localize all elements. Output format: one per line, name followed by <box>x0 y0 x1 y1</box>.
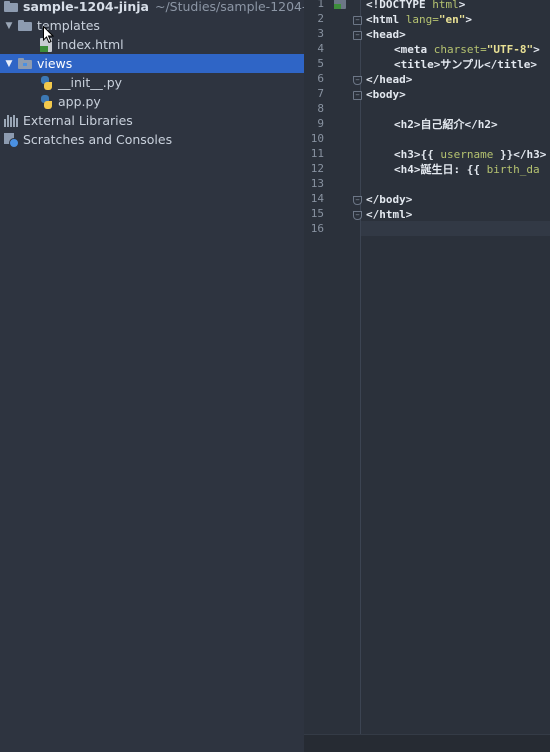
python-file-icon <box>40 94 53 109</box>
line-number: 9 <box>317 117 324 130</box>
code-editor[interactable]: 1 2 3 4 5 6 7 8 9 10 11 12 13 14 15 16 −… <box>304 0 550 752</box>
line-number: 6 <box>317 72 324 85</box>
scratches-icon <box>4 132 19 148</box>
code-line-6: </head> <box>366 73 413 86</box>
chevron-down-icon[interactable]: ▼ <box>4 59 14 69</box>
fold-toggle-icon[interactable]: − <box>353 16 362 25</box>
gutter-divider <box>360 0 361 735</box>
tree-item-scratches[interactable]: Scratches and Consoles <box>0 130 304 149</box>
code-line-12: <h4>誕生日: {{ birth_da <box>394 163 540 176</box>
python-file-icon <box>40 75 53 90</box>
tree-item-label: External Libraries <box>23 113 133 128</box>
tree-item-init-py[interactable]: __init__.py <box>0 73 304 92</box>
line-number: 16 <box>310 222 324 235</box>
line-number: 1 <box>317 0 324 10</box>
html-file-marker-icon <box>334 0 346 9</box>
line-number: 11 <box>310 147 324 160</box>
line-number: 2 <box>317 12 324 25</box>
ide-window: sample-1204-jinja ~/Studies/sample-1204-… <box>0 0 550 752</box>
fold-end-icon[interactable]: − <box>353 76 362 85</box>
line-number: 8 <box>317 102 324 115</box>
folder-icon <box>18 20 32 31</box>
tree-item-label: __init__.py <box>58 75 123 90</box>
line-number: 15 <box>310 207 324 220</box>
line-number: 5 <box>317 57 324 70</box>
project-path: ~/Studies/sample-1204-jinja <box>154 0 304 14</box>
line-number: 3 <box>317 27 324 40</box>
code-line-14: </body> <box>366 193 413 206</box>
code-line-7: <body> <box>366 88 406 101</box>
tree-item-views[interactable]: ▼ views <box>0 54 304 73</box>
code-line-1: <!DOCTYPE html> <box>366 0 466 11</box>
editor-bottom-bar <box>304 734 550 752</box>
package-folder-icon <box>18 58 32 69</box>
mouse-cursor-icon <box>43 26 54 43</box>
tree-item-label: views <box>37 56 73 71</box>
code-line-3: <head> <box>366 28 406 41</box>
project-root-row[interactable]: sample-1204-jinja ~/Studies/sample-1204-… <box>0 0 304 16</box>
line-number: 10 <box>310 132 324 145</box>
project-name: sample-1204-jinja <box>23 0 149 14</box>
line-number: 13 <box>310 177 324 190</box>
project-tree: sample-1204-jinja ~/Studies/sample-1204-… <box>0 0 304 752</box>
line-number: 12 <box>310 162 324 175</box>
code-line-2: <html lang="en"> <box>366 13 472 26</box>
fold-toggle-icon[interactable]: − <box>353 31 362 40</box>
fold-end-icon[interactable]: − <box>353 196 362 205</box>
code-line-15: </html> <box>366 208 413 221</box>
line-number: 4 <box>317 42 324 55</box>
fold-toggle-icon[interactable]: − <box>353 91 362 100</box>
tree-item-label: index.html <box>57 37 124 52</box>
tree-item-external-libraries[interactable]: External Libraries <box>0 111 304 130</box>
code-line-5: <title>サンプル</title> <box>394 58 538 71</box>
chevron-down-icon[interactable]: ▼ <box>4 21 14 31</box>
line-number: 7 <box>317 87 324 100</box>
code-line-9: <h2>自己紹介</h2> <box>394 118 498 131</box>
tree-item-label: app.py <box>58 94 101 109</box>
line-number: 14 <box>310 192 324 205</box>
fold-end-icon[interactable]: − <box>353 211 362 220</box>
code-line-11: <h3>{{ username }}</h3> <box>394 148 547 161</box>
tree-item-label: Scratches and Consoles <box>23 132 173 147</box>
folder-icon <box>4 1 18 12</box>
tree-item-app-py[interactable]: app.py <box>0 92 304 111</box>
library-icon <box>4 114 18 127</box>
code-line-4: <meta charset="UTF-8"> <box>394 43 540 56</box>
